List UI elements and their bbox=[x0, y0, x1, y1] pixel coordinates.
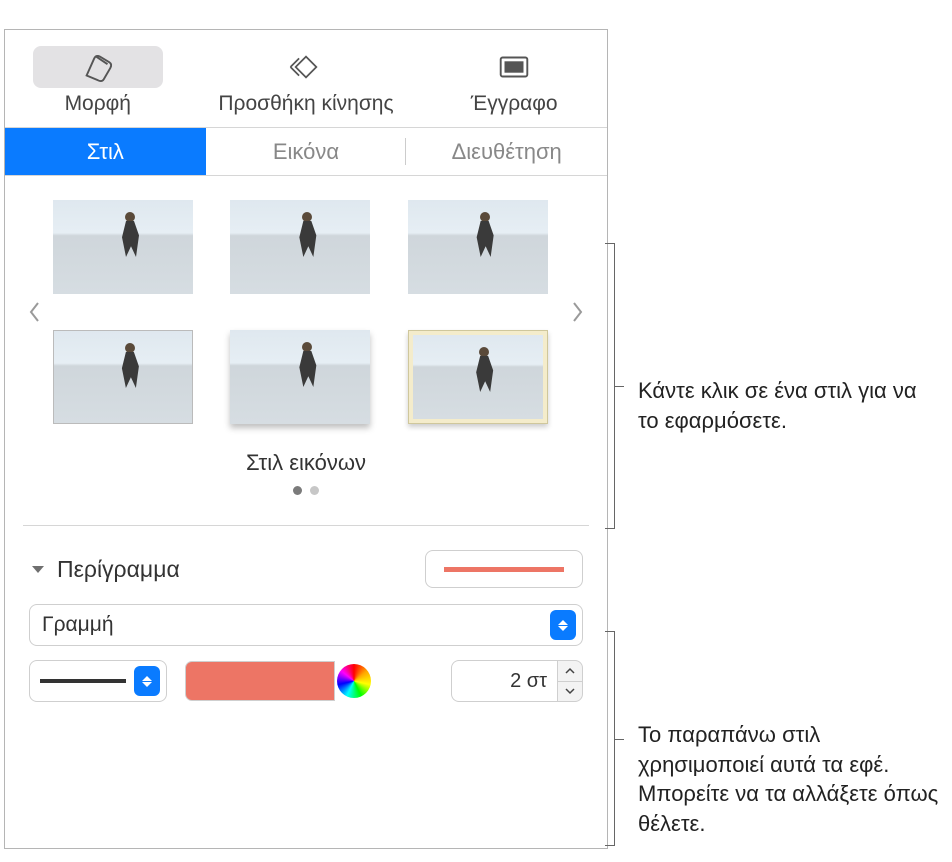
border-title: Περίγραμμα bbox=[57, 556, 180, 583]
border-width-stepper: 2 στ bbox=[451, 660, 583, 702]
inspector-toolbar: Μορφή Προσθήκη κίνησης Έγγραφο bbox=[5, 30, 607, 128]
format-tab-label: Μορφή bbox=[65, 92, 131, 116]
line-style-select[interactable] bbox=[29, 660, 167, 702]
select-caret-icon bbox=[550, 610, 576, 640]
style-page-dots bbox=[23, 486, 589, 495]
border-color-well[interactable] bbox=[185, 661, 335, 701]
stepper-up-button[interactable] bbox=[558, 661, 582, 682]
border-style-swatch[interactable] bbox=[425, 550, 583, 588]
style-thumbnail-grid bbox=[53, 200, 559, 424]
animate-icon bbox=[241, 46, 371, 88]
line-style-preview bbox=[40, 679, 126, 683]
document-icon bbox=[449, 46, 579, 88]
border-color-picker bbox=[185, 661, 371, 701]
format-tab[interactable]: Μορφή bbox=[33, 46, 163, 116]
style-thumbnail-4[interactable] bbox=[53, 330, 193, 424]
color-wheel-button[interactable] bbox=[337, 664, 371, 698]
styles-prev-button[interactable] bbox=[23, 252, 47, 372]
tab-image[interactable]: Εικόνα bbox=[206, 128, 407, 175]
section-divider bbox=[23, 525, 589, 526]
border-type-value: Γραμμή bbox=[42, 613, 114, 637]
style-thumbnail-3[interactable] bbox=[408, 200, 548, 294]
format-inspector-panel: Μορφή Προσθήκη κίνησης Έγγραφο Στιλ Εικό… bbox=[4, 29, 608, 849]
format-icon bbox=[33, 46, 163, 88]
page-dot-2[interactable] bbox=[310, 486, 319, 495]
animate-tab[interactable]: Προσθήκη κίνησης bbox=[218, 46, 393, 116]
style-thumbnail-5[interactable] bbox=[230, 330, 370, 424]
format-subtabs: Στιλ Εικόνα Διευθέτηση bbox=[5, 128, 607, 176]
callout-bracket-1 bbox=[614, 243, 615, 529]
style-thumbnail-6[interactable] bbox=[408, 330, 548, 424]
select-caret-icon bbox=[134, 666, 160, 696]
border-type-select[interactable]: Γραμμή bbox=[29, 604, 583, 646]
chevron-up-icon bbox=[565, 667, 575, 675]
style-section-title: Στιλ εικόνων bbox=[23, 450, 589, 476]
chevron-down-icon bbox=[29, 560, 47, 578]
styles-next-button[interactable] bbox=[565, 252, 589, 372]
style-thumbnail-1[interactable] bbox=[53, 200, 193, 294]
border-section: Περίγραμμα Γραμμή bbox=[5, 532, 607, 702]
tab-arrange[interactable]: Διευθέτηση bbox=[406, 128, 607, 175]
border-swatch-line bbox=[444, 567, 564, 572]
callout-bracket-2 bbox=[614, 631, 615, 846]
document-tab-label: Έγγραφο bbox=[471, 92, 558, 116]
tab-style[interactable]: Στιλ bbox=[5, 128, 206, 175]
image-style-picker: Στιλ εικόνων bbox=[5, 176, 607, 519]
animate-tab-label: Προσθήκη κίνησης bbox=[218, 92, 393, 116]
border-width-value: 2 στ bbox=[510, 670, 547, 693]
border-disclosure[interactable]: Περίγραμμα bbox=[29, 556, 180, 583]
border-width-input[interactable]: 2 στ bbox=[451, 660, 557, 702]
page-dot-1[interactable] bbox=[293, 486, 302, 495]
callout-effects-tip: Το παραπάνω στιλ χρησιμοποιεί αυτά τα εφ… bbox=[638, 720, 948, 839]
document-tab[interactable]: Έγγραφο bbox=[449, 46, 579, 116]
stepper-down-button[interactable] bbox=[558, 682, 582, 702]
chevron-down-icon bbox=[565, 687, 575, 695]
style-thumbnail-2[interactable] bbox=[230, 200, 370, 294]
callout-style-tip: Κάντε κλικ σε ένα στιλ για να το εφαρμόσ… bbox=[638, 376, 943, 435]
